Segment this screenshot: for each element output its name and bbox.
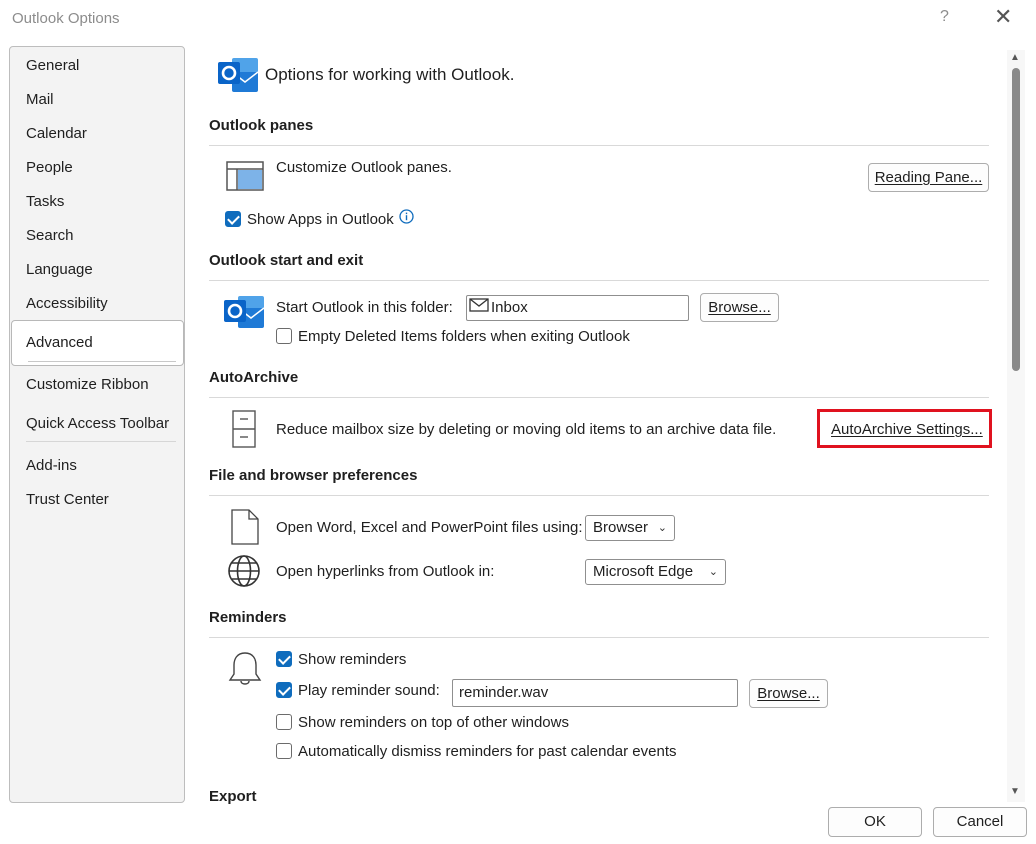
panes-layout-icon: [226, 161, 264, 195]
on-top-checkbox[interactable]: [276, 714, 292, 730]
section-divider: [209, 145, 989, 146]
sidebar-item-customize-ribbon[interactable]: Customize Ribbon: [26, 376, 149, 393]
on-top-label: Show reminders on top of other windows: [298, 714, 569, 731]
sidebar-item-add-ins[interactable]: Add-ins: [26, 457, 77, 474]
show-reminders-label: Show reminders: [298, 651, 407, 668]
reminder-sound-field[interactable]: reminder.wav: [452, 679, 738, 707]
show-apps-label: Show Apps in Outlook: [247, 211, 394, 228]
sidebar-item-people[interactable]: People: [26, 159, 73, 176]
customize-panes-label: Customize Outlook panes.: [276, 159, 452, 176]
scroll-up-arrow-icon[interactable]: ▲: [1010, 52, 1020, 63]
start-folder-field[interactable]: Inbox: [466, 295, 689, 321]
sidebar-item-search[interactable]: Search: [26, 227, 74, 244]
show-apps-checkbox[interactable]: [225, 211, 241, 227]
globe-icon: [227, 554, 261, 592]
sidebar-item-mail[interactable]: Mail: [26, 91, 54, 108]
outlook-folder-icon: [224, 294, 266, 334]
sidebar-item-calendar[interactable]: Calendar: [26, 125, 87, 142]
hyperlinks-value: Microsoft Edge: [593, 563, 694, 580]
play-sound-checkbox[interactable]: [276, 682, 292, 698]
help-button[interactable]: ?: [940, 8, 949, 26]
section-title-export: Export: [209, 788, 257, 805]
auto-dismiss-label: Automatically dismiss reminders for past…: [298, 743, 677, 760]
bell-icon: [228, 650, 262, 692]
envelope-icon: [469, 296, 489, 320]
document-icon: [231, 509, 259, 549]
section-divider: [209, 280, 989, 281]
outlook-logo-icon: [218, 56, 260, 98]
hyperlinks-label: Open hyperlinks from Outlook in:: [276, 563, 495, 580]
browse-start-folder-button[interactable]: Browse...: [700, 293, 779, 322]
autoarchive-settings-button[interactable]: AutoArchive Settings...: [831, 421, 983, 438]
section-title-autoarchive: AutoArchive: [209, 369, 299, 386]
page-title: Options for working with Outlook.: [265, 65, 515, 84]
sidebar-item-trust-center[interactable]: Trust Center: [26, 491, 109, 508]
section-title-start-exit: Outlook start and exit: [209, 252, 364, 269]
selected-underline: [28, 361, 176, 362]
scrollbar-thumb[interactable]: [1012, 68, 1020, 371]
open-files-value: Browser: [593, 519, 649, 536]
close-button[interactable]: ✕: [994, 6, 1012, 28]
info-icon[interactable]: [399, 209, 414, 228]
scroll-down-arrow-icon[interactable]: ▼: [1010, 786, 1020, 797]
sidebar-divider: [26, 441, 176, 442]
section-title-reminders: Reminders: [209, 609, 287, 626]
ok-button[interactable]: OK: [828, 807, 922, 837]
start-folder-value: Inbox: [491, 299, 528, 316]
chevron-down-icon: ⌄: [657, 522, 667, 534]
window-title: Outlook Options: [12, 10, 120, 27]
open-files-label: Open Word, Excel and PowerPoint files us…: [276, 519, 583, 536]
chevron-down-icon: ⌄: [708, 566, 718, 578]
sidebar: General Mail Calendar People Tasks Searc…: [9, 46, 185, 803]
browse-reminder-sound-button[interactable]: Browse...: [749, 679, 828, 708]
sidebar-item-general[interactable]: General: [26, 57, 79, 74]
empty-deleted-checkbox[interactable]: [276, 328, 292, 344]
play-sound-label: Play reminder sound:: [298, 682, 440, 699]
sidebar-item-tasks[interactable]: Tasks: [26, 193, 64, 210]
autoarchive-description: Reduce mailbox size by deleting or movin…: [276, 421, 777, 438]
section-divider: [209, 397, 989, 398]
section-divider: [209, 495, 989, 496]
section-title-file-browser: File and browser preferences: [209, 467, 418, 484]
open-files-select[interactable]: Browser ⌄: [585, 515, 675, 541]
auto-dismiss-checkbox[interactable]: [276, 743, 292, 759]
sidebar-item-advanced[interactable]: Advanced: [26, 334, 93, 351]
empty-deleted-label: Empty Deleted Items folders when exiting…: [298, 328, 630, 345]
title-bar: [0, 0, 1036, 40]
cancel-button[interactable]: Cancel: [933, 807, 1027, 837]
sidebar-item-quick-access-toolbar[interactable]: Quick Access Toolbar: [26, 415, 169, 432]
start-folder-label: Start Outlook in this folder:: [276, 299, 453, 316]
archive-cabinet-icon: [229, 410, 259, 452]
section-divider: [209, 637, 989, 638]
show-reminders-checkbox[interactable]: [276, 651, 292, 667]
reading-pane-button[interactable]: Reading Pane...: [868, 163, 989, 192]
section-title-outlook-panes: Outlook panes: [209, 117, 314, 134]
hyperlinks-select[interactable]: Microsoft Edge ⌄: [585, 559, 726, 585]
sidebar-item-language[interactable]: Language: [26, 261, 93, 278]
sidebar-item-accessibility[interactable]: Accessibility: [26, 295, 108, 312]
